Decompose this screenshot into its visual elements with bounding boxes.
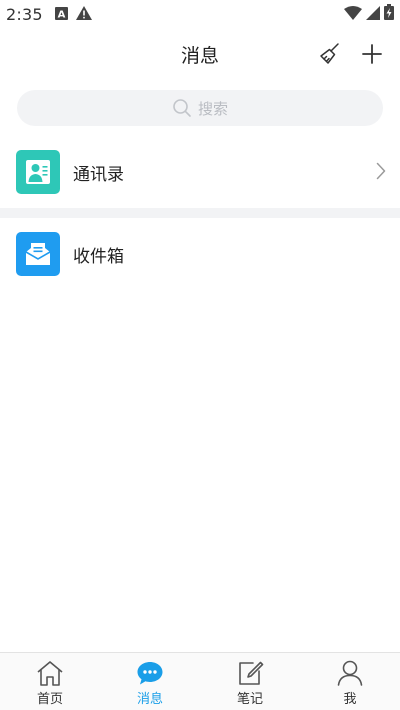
svg-text:A: A [57, 9, 65, 20]
nav-label: 首页 [36, 692, 63, 707]
search-bar[interactable]: 搜索 [17, 90, 383, 126]
font-notification-icon: A [54, 5, 68, 24]
message-list: 通讯录 收件箱 [0, 140, 400, 286]
warning-icon [75, 5, 92, 24]
status-time: 2:35 [6, 4, 43, 24]
nav-item-home[interactable]: 首页 [0, 653, 100, 710]
list-item-inbox[interactable]: 收件箱 [0, 222, 400, 286]
plus-icon [362, 44, 382, 64]
broom-icon [320, 43, 339, 64]
add-button[interactable] [358, 40, 386, 68]
status-bar: 2:35 A [0, 0, 400, 28]
note-icon [235, 659, 265, 687]
list-item-label: 收件箱 [73, 246, 124, 267]
section-divider [0, 208, 400, 218]
chevron-right-icon [376, 162, 386, 184]
title-bar: 消息 [0, 28, 400, 80]
list-item-label: 通讯录 [73, 164, 124, 185]
contacts-icon [16, 150, 60, 194]
inbox-icon [16, 232, 60, 276]
home-icon [35, 659, 65, 687]
nav-label: 消息 [136, 692, 163, 707]
battery-charging-icon [384, 4, 394, 24]
profile-icon [335, 659, 365, 687]
nav-item-messages[interactable]: 消息 [100, 653, 200, 710]
search-icon [173, 99, 191, 117]
wifi-icon [344, 5, 362, 24]
bottom-nav: 首页 消息 笔记 我 [0, 652, 400, 710]
nav-item-notes[interactable]: 笔记 [200, 653, 300, 710]
search-input[interactable]: 搜索 [17, 90, 383, 126]
nav-item-me[interactable]: 我 [300, 653, 400, 710]
page-title: 消息 [180, 44, 219, 67]
message-icon [135, 659, 165, 687]
nav-label: 我 [343, 692, 357, 707]
nav-label: 笔记 [236, 692, 263, 707]
clear-broom-button[interactable] [316, 40, 344, 68]
list-item-contacts[interactable]: 通讯录 [0, 140, 400, 204]
signal-icon [366, 5, 380, 24]
search-placeholder: 搜索 [197, 99, 228, 118]
